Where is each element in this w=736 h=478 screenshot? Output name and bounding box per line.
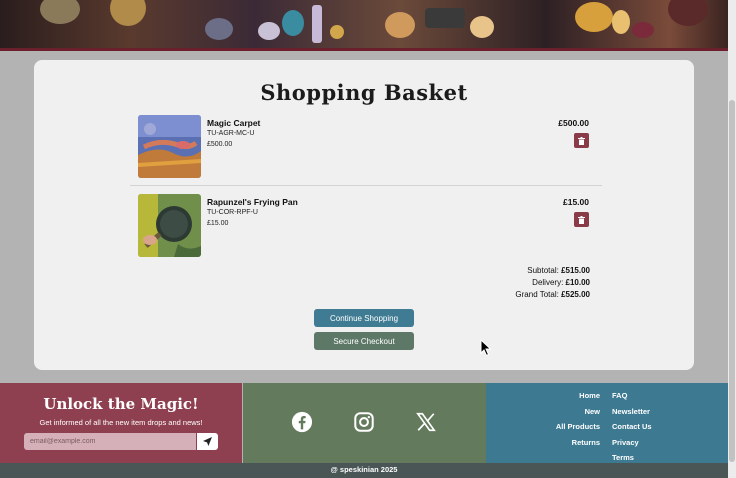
footer-links-section: Home New All Products Returns FAQ Newsle…	[486, 383, 728, 463]
delivery-row: Delivery: £10.00	[515, 277, 590, 289]
item-line-total: £15.00	[563, 197, 589, 207]
trash-icon	[578, 136, 585, 145]
remove-item-button[interactable]	[574, 133, 589, 148]
page-title: Shopping Basket	[260, 80, 468, 105]
product-image-frying-pan[interactable]	[138, 194, 201, 257]
mouse-cursor-icon	[480, 339, 492, 357]
item-line-total: £500.00	[558, 118, 589, 128]
delivery-value: £10.00	[565, 278, 590, 287]
subtotal-row: Subtotal: £515.00	[515, 265, 590, 277]
secure-checkout-button[interactable]: Secure Checkout	[314, 332, 414, 350]
scrollbar-thumb[interactable]	[729, 100, 735, 462]
trash-icon	[578, 215, 585, 224]
item-name[interactable]: Magic Carpet	[207, 118, 260, 128]
item-divider	[130, 185, 602, 186]
newsletter-section: Unlock the Magic! Get informed of all th…	[0, 383, 242, 463]
footer-link-newsletter[interactable]: Newsletter	[612, 404, 652, 420]
grand-total-row: Grand Total: £525.00	[515, 289, 590, 301]
x-icon[interactable]	[415, 411, 437, 433]
footer-link-all-products[interactable]: All Products	[556, 419, 600, 435]
footer-link-home[interactable]: Home	[556, 388, 600, 404]
subscribe-button[interactable]	[197, 433, 218, 450]
page-scrollbar[interactable]	[728, 0, 736, 478]
item-sku: TU-AGR-MC-U	[207, 130, 255, 137]
footer-links-right: FAQ Newsletter Contact Us Privacy Terms	[612, 388, 652, 466]
grand-total-value: £525.00	[561, 290, 590, 299]
social-section	[243, 383, 486, 463]
remove-item-button[interactable]	[574, 212, 589, 227]
header-banner-image	[0, 0, 728, 51]
footer: Unlock the Magic! Get informed of all th…	[0, 383, 728, 463]
subtotal-label: Subtotal:	[527, 266, 559, 275]
item-unit-price: £15.00	[207, 220, 229, 227]
instagram-icon[interactable]	[353, 411, 375, 433]
basket-item: Rapunzel's Frying Pan TU-COR-RPF-U £15.0…	[138, 194, 594, 258]
subtotal-value: £515.00	[561, 266, 590, 275]
continue-shopping-button[interactable]: Continue Shopping	[314, 309, 414, 327]
item-sku: TU-COR-RPF-U	[207, 209, 258, 216]
footer-link-faq[interactable]: FAQ	[612, 388, 652, 404]
footer-links-left: Home New All Products Returns	[556, 388, 600, 450]
delivery-label: Delivery:	[532, 278, 564, 287]
footer-link-privacy[interactable]: Privacy	[612, 435, 652, 451]
paper-plane-icon	[203, 437, 212, 446]
product-image-magic-carpet[interactable]	[138, 115, 201, 178]
order-totals: Subtotal: £515.00 Delivery: £10.00 Grand…	[515, 265, 590, 301]
grand-total-label: Grand Total:	[515, 290, 559, 299]
copyright-text: @ speskinian 2025	[0, 463, 728, 478]
footer-link-new[interactable]: New	[556, 404, 600, 420]
facebook-icon[interactable]	[291, 411, 313, 433]
footer-link-returns[interactable]: Returns	[556, 435, 600, 451]
newsletter-text: Get informed of all the new item drops a…	[39, 418, 203, 427]
newsletter-title: Unlock the Magic!	[43, 395, 199, 413]
item-unit-price: £500.00	[207, 141, 233, 148]
footer-link-contact-us[interactable]: Contact Us	[612, 419, 652, 435]
basket-item: Magic Carpet TU-AGR-MC-U £500.00 £500.00	[138, 115, 594, 179]
email-field[interactable]	[24, 433, 196, 450]
item-name[interactable]: Rapunzel's Frying Pan	[207, 197, 298, 207]
basket-card: Shopping Basket Magic Carpet TU-AGR-MC-U…	[34, 60, 694, 370]
